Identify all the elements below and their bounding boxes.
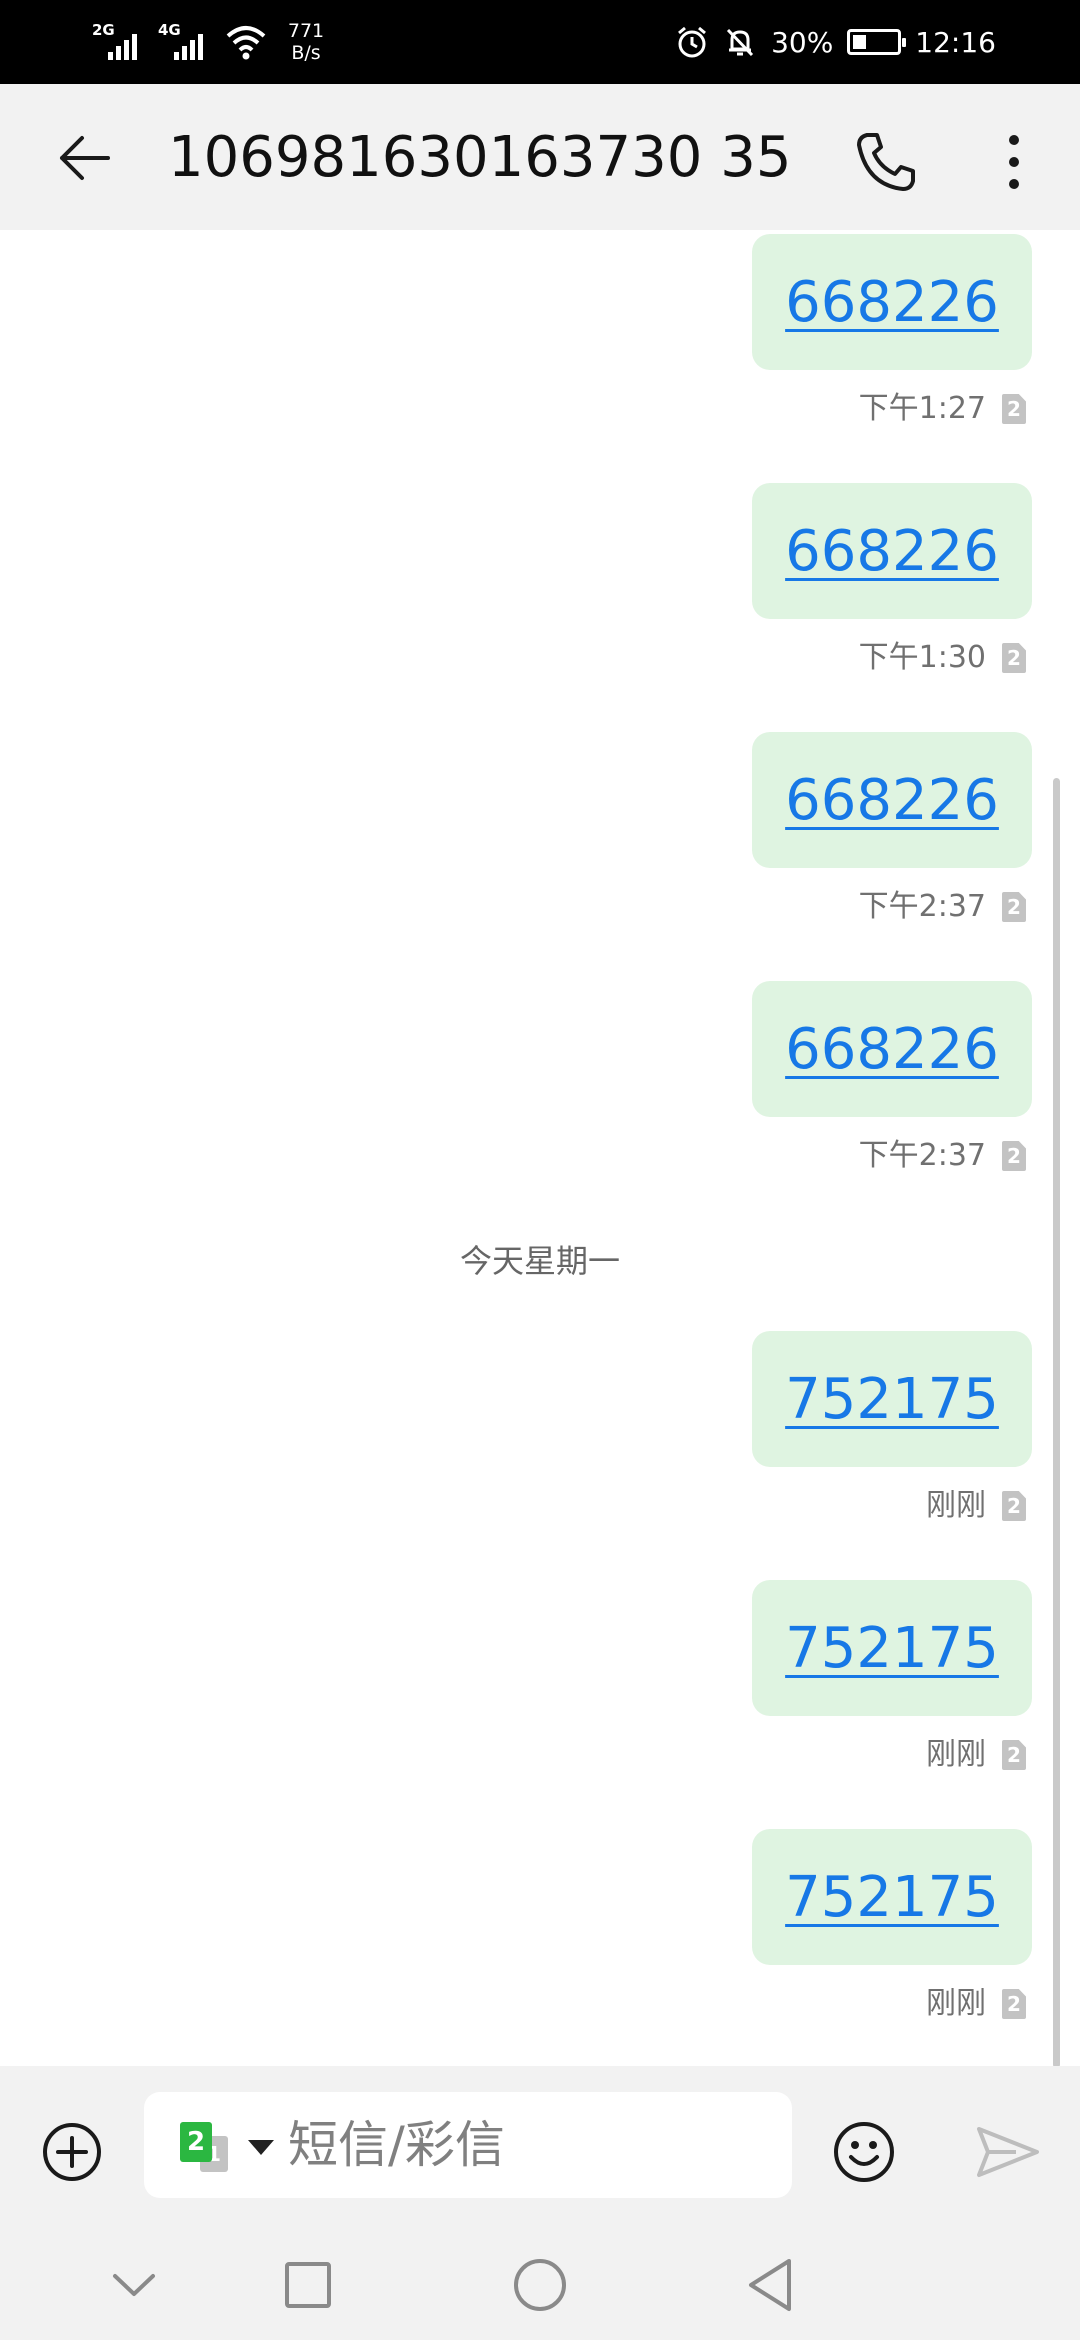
message-bubble[interactable]: 668226 (752, 732, 1032, 868)
message-time: 下午2:37 (858, 889, 986, 924)
message-link[interactable]: 752175 (785, 1865, 999, 1930)
sim-card-icon: 2 (1002, 1740, 1026, 1770)
message-meta: 刚刚 2 (926, 1987, 1026, 2021)
mute-bell-icon (726, 28, 754, 57)
square-icon (285, 2262, 331, 2308)
phone-icon (857, 133, 915, 191)
nav-recents-button[interactable] (268, 2252, 348, 2318)
battery-percent: 30% (771, 25, 834, 59)
alarm-icon (678, 26, 707, 58)
conversation-title: 106981630163730 35 (168, 125, 792, 190)
message-link[interactable]: 752175 (785, 1616, 999, 1681)
message-meta: 下午2:37 2 (859, 890, 1026, 924)
status-bar: 2G 4G 771 B/s 30% 12:16 (0, 0, 1080, 84)
message-input[interactable] (288, 2110, 768, 2180)
nav-collapse-button[interactable] (94, 2252, 174, 2318)
net-speed-unit: B/s (291, 42, 321, 64)
message-meta: 下午2:37 2 (859, 1139, 1026, 1173)
sim-card-icon: 2 (1002, 1141, 1026, 1171)
message-bubble[interactable]: 668226 (752, 234, 1032, 370)
back-button[interactable] (48, 122, 120, 194)
status-right: 30% 12:16 (675, 14, 996, 70)
message-bubble[interactable]: 668226 (752, 981, 1032, 1117)
net-speed: 771 B/s (278, 20, 334, 64)
message-bubble[interactable]: 752175 (752, 1829, 1032, 1965)
message-link[interactable]: 668226 (785, 1017, 999, 1082)
add-attachment-button[interactable] (38, 2118, 106, 2186)
app-bar: 106981630163730 35 (0, 84, 1080, 230)
plus-circle-icon (43, 2123, 101, 2181)
battery-icon (847, 29, 907, 55)
navigation-bar (0, 2230, 1080, 2340)
message-meta: 下午1:27 2 (859, 392, 1026, 426)
message-time: 下午2:37 (858, 1138, 986, 1173)
sim-card-icon: 2 (1002, 643, 1026, 673)
message-bubble[interactable]: 752175 (752, 1331, 1032, 1467)
message-meta: 刚刚 2 (926, 1489, 1026, 1523)
composer-bar: 2 1 (0, 2066, 1080, 2230)
sim-selector[interactable]: 2 1 (180, 2122, 232, 2174)
status-left: 2G 4G 771 B/s (92, 14, 334, 70)
message-link[interactable]: 752175 (785, 1367, 999, 1432)
sim-primary-icon: 2 (180, 2122, 212, 2162)
more-vertical-icon (1009, 135, 1019, 189)
smiley-icon (834, 2122, 894, 2182)
message-list[interactable]: 668226 下午1:27 2 668226 下午1:30 2 668226 下午2… (0, 230, 1080, 2066)
message-meta: 下午1:30 2 (859, 641, 1026, 675)
triangle-back-icon (749, 2259, 791, 2311)
net-speed-value: 771 (287, 20, 325, 42)
arrow-left-icon (60, 136, 110, 180)
message-link[interactable]: 668226 (785, 270, 999, 335)
message-meta: 刚刚 2 (926, 1738, 1026, 1772)
send-icon (977, 2127, 1039, 2177)
send-button[interactable] (972, 2118, 1044, 2186)
sim2-signal-icon: 4G (158, 22, 214, 62)
call-button[interactable] (846, 122, 926, 202)
sim1-signal-icon: 2G (92, 22, 148, 62)
wifi-icon (226, 26, 266, 60)
more-options-button[interactable] (982, 122, 1046, 202)
message-time: 下午1:27 (858, 391, 986, 426)
day-separator: 今天星期一 (459, 1242, 620, 1280)
emoji-button[interactable] (830, 2118, 898, 2186)
message-time: 刚刚 (926, 1737, 986, 1772)
sim-card-icon: 2 (1002, 1989, 1026, 2019)
nav-back-button[interactable] (730, 2252, 810, 2318)
circle-icon (514, 2259, 566, 2311)
caret-down-icon[interactable] (248, 2140, 274, 2155)
message-bubble[interactable]: 668226 (752, 483, 1032, 619)
message-bubble[interactable]: 752175 (752, 1580, 1032, 1716)
message-time: 下午1:30 (858, 640, 986, 675)
sim-card-icon: 2 (1002, 1491, 1026, 1521)
status-time: 12:16 (915, 25, 996, 59)
message-time: 刚刚 (926, 1986, 986, 2021)
message-time: 刚刚 (926, 1488, 986, 1523)
sim-card-icon: 2 (1002, 394, 1026, 424)
nav-home-button[interactable] (500, 2252, 580, 2318)
message-input-box: 2 1 (144, 2092, 792, 2198)
message-link[interactable]: 668226 (785, 768, 999, 833)
chevron-down-icon (113, 2274, 155, 2296)
message-link[interactable]: 668226 (785, 519, 999, 584)
sim-card-icon: 2 (1002, 892, 1026, 922)
scrollbar[interactable] (1053, 778, 1060, 2066)
